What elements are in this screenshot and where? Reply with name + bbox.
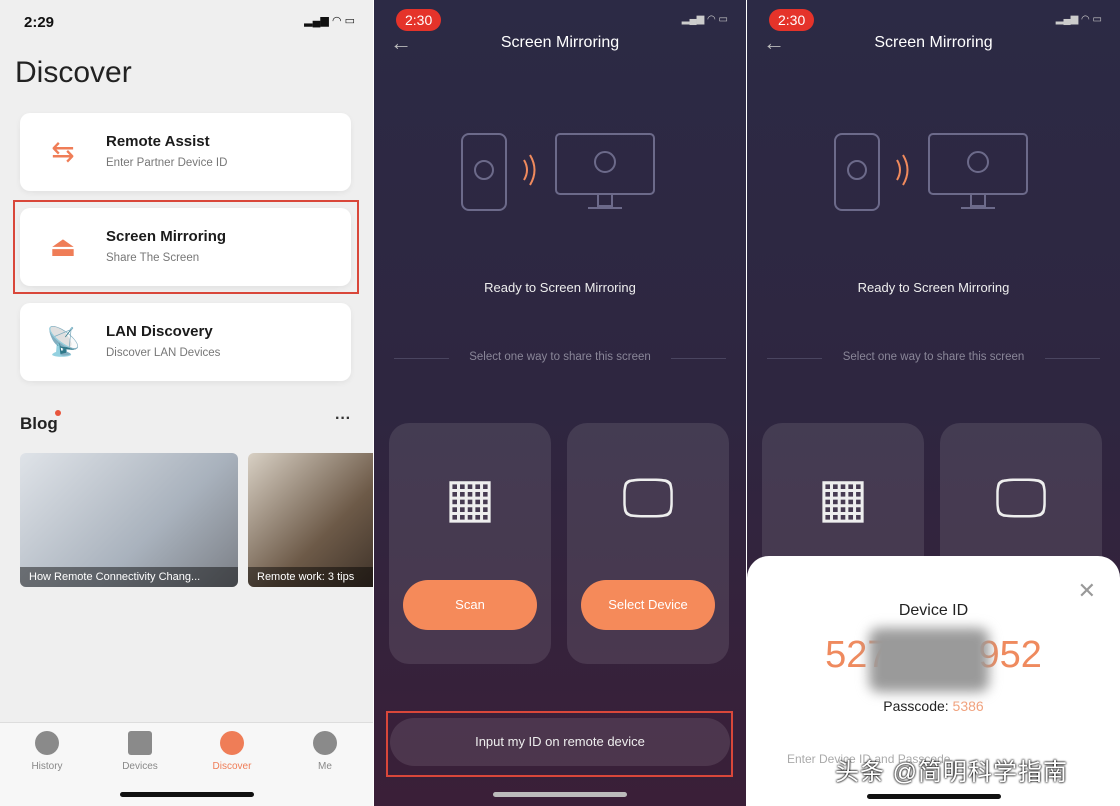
highlight-box — [386, 711, 733, 777]
qr-code-icon: ▦ — [817, 468, 869, 528]
device-id-sheet: ✕ Device ID 527 952 Passcode: 5386 Enter … — [747, 556, 1120, 806]
page-title: Discover — [15, 56, 132, 89]
lan-discovery-card[interactable]: 📡 LAN Discovery Discover LAN Devices — [20, 303, 351, 381]
blog-caption: Remote work: 3 tips — [248, 567, 373, 587]
card-title: Remote Assist — [106, 133, 210, 150]
scan-option: ▦ Scan — [389, 423, 551, 664]
status-time: 2:29 — [24, 14, 55, 31]
monitors-cursor-icon: 🖵 — [994, 468, 1048, 528]
device-id-screen: 2:30 ▂▄▆ ◠ ▭ ← Screen Mirroring Ready to… — [747, 0, 1120, 806]
status-text: Ready to Screen Mirroring — [484, 280, 636, 295]
monitors-cursor-icon: 🖵 — [621, 468, 675, 528]
select-hint: Select one way to share this screen — [394, 351, 726, 363]
card-subtitle: Discover LAN Devices — [106, 347, 221, 359]
badge-dot — [55, 410, 61, 416]
image-icon — [128, 731, 152, 755]
remote-assist-card[interactable]: ⇆ Remote Assist Enter Partner Device ID — [20, 113, 351, 191]
discover-screen: 2:29 ▂▄▆ ◠ ▭ Discover ⇆ Remote Assist En… — [0, 0, 373, 806]
highlight-box — [13, 200, 359, 294]
status-text: Ready to Screen Mirroring — [857, 280, 1010, 295]
status-icons: ▂▄▆ ◠ ▭ — [304, 15, 355, 27]
arrows-swap-icon: ⇆ — [51, 136, 75, 167]
satellite-dish-icon: 📡 — [46, 326, 81, 357]
home-indicator — [867, 794, 1001, 799]
device-id-label: Device ID — [898, 602, 969, 619]
home-indicator — [120, 792, 254, 797]
tab-history[interactable]: History — [12, 731, 82, 772]
card-subtitle: Enter Partner Device ID — [106, 157, 228, 169]
blog-post[interactable]: How Remote Connectivity Chang... — [20, 453, 238, 587]
blog-heading: Blog — [20, 414, 58, 433]
tab-devices[interactable]: Devices — [105, 731, 175, 772]
status-time: 2:30 — [769, 9, 815, 31]
screen-mirroring-screen: 2:30 ▂▄▆ ◠ ▭ ← Screen Mirroring Ready to… — [374, 0, 746, 806]
card-title: LAN Discovery — [106, 323, 213, 340]
select-hint: Select one way to share this screen — [767, 351, 1100, 363]
passcode-value: 5386 — [952, 698, 984, 714]
blog-caption: How Remote Connectivity Chang... — [20, 567, 238, 587]
select-device-option: 🖵 Select Device — [567, 423, 729, 664]
tab-label: Discover — [212, 761, 252, 772]
tab-label: Me — [318, 761, 332, 772]
clock-icon — [35, 731, 59, 755]
tab-discover[interactable]: Discover — [197, 731, 267, 772]
screen-title: Screen Mirroring — [500, 34, 620, 51]
home-indicator — [493, 792, 627, 797]
phone-to-monitor-icon — [834, 133, 1028, 211]
tab-me[interactable]: Me — [290, 731, 360, 772]
passcode: Passcode: 5386 — [747, 698, 1120, 714]
status-icons: ▂▄▆ ◠ ▭ — [681, 14, 728, 25]
qr-code-icon: ▦ — [444, 468, 496, 528]
tab-label: Devices — [122, 761, 158, 772]
person-icon — [313, 731, 337, 755]
select-device-button[interactable]: Select Device — [581, 580, 715, 630]
tab-bar: History Devices Discover Me — [0, 722, 373, 806]
screen-title: Screen Mirroring — [874, 34, 993, 51]
blog-post[interactable]: Remote work: 3 tips — [248, 453, 373, 587]
tab-label: History — [31, 761, 63, 772]
more-button[interactable]: ··· — [335, 410, 351, 428]
status-icons: ▂▄▆ ◠ ▭ — [1055, 14, 1102, 25]
watermark: 头条 @简明科学指南 — [835, 759, 1069, 786]
scan-button[interactable]: Scan — [403, 580, 537, 630]
passcode-label: Passcode: — [883, 698, 949, 714]
compass-icon — [220, 731, 244, 755]
status-time: 2:30 — [396, 9, 442, 31]
close-icon[interactable]: ✕ — [1078, 578, 1096, 604]
redaction-blur — [869, 628, 989, 692]
phone-to-monitor-icon — [461, 133, 655, 211]
